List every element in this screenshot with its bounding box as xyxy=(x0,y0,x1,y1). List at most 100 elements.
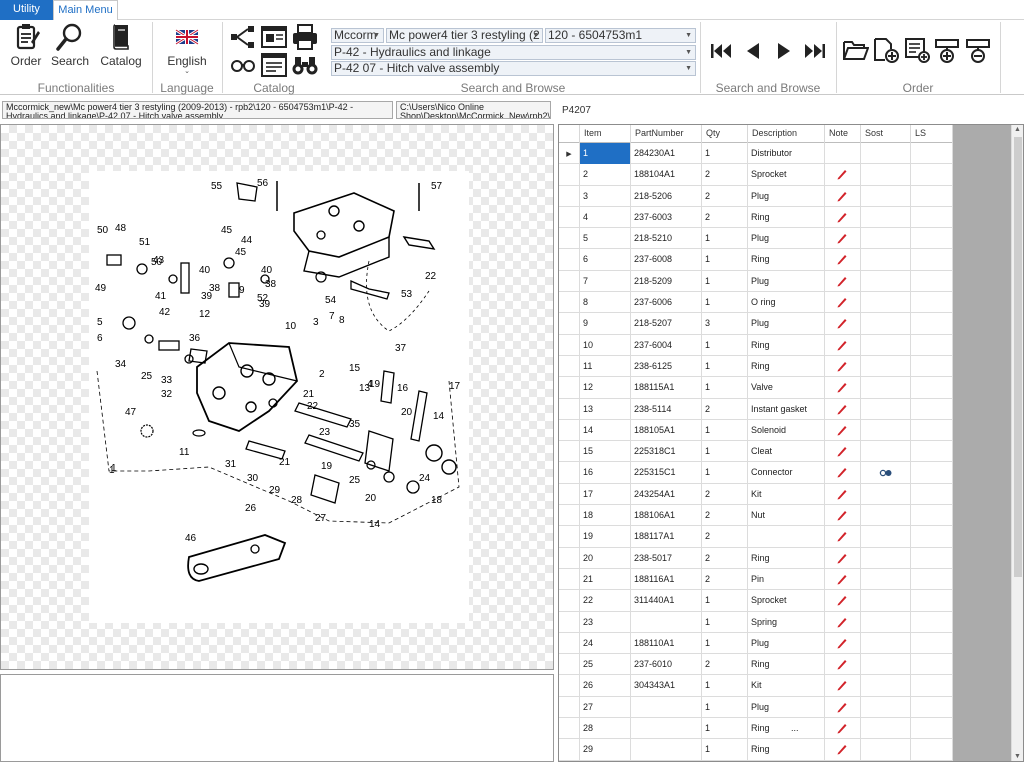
cell-partnumber[interactable]: 238-5114 xyxy=(631,398,702,420)
cell-ls[interactable] xyxy=(911,355,953,377)
cell-note[interactable] xyxy=(825,292,861,314)
cell-description[interactable]: Ring xyxy=(748,547,825,569)
cell-partnumber[interactable]: 237-6006 xyxy=(631,292,702,314)
cell-item[interactable]: 26 xyxy=(580,675,631,697)
cell-description[interactable]: Pin xyxy=(748,568,825,590)
edit-note-icon[interactable] xyxy=(836,658,848,670)
cell-sost[interactable] xyxy=(861,611,911,633)
cell-note[interactable] xyxy=(825,526,861,548)
cell-note[interactable] xyxy=(825,547,861,569)
cell-partnumber[interactable]: 218-5207 xyxy=(631,313,702,335)
cell-item[interactable]: 6 xyxy=(580,249,631,271)
cell-description[interactable]: Nut xyxy=(748,505,825,527)
part-callout[interactable]: 5 xyxy=(97,317,103,328)
cell-description[interactable]: Cleat xyxy=(748,441,825,463)
part-callout[interactable]: 18 xyxy=(431,495,443,506)
edit-note-icon[interactable] xyxy=(836,679,848,691)
part-callout[interactable]: 44 xyxy=(241,235,253,246)
cell-item[interactable]: 14 xyxy=(580,419,631,441)
cell-item[interactable]: 18 xyxy=(580,505,631,527)
cell-ls[interactable] xyxy=(911,143,953,164)
part-callout[interactable]: 39 xyxy=(201,291,213,302)
cell-partnumber[interactable]: 188116A1 xyxy=(631,568,702,590)
cell-note[interactable] xyxy=(825,611,861,633)
cell-item[interactable]: 11 xyxy=(580,355,631,377)
cell-note[interactable] xyxy=(825,696,861,718)
part-callout[interactable]: 36 xyxy=(189,333,201,344)
cell-item[interactable]: 23 xyxy=(580,611,631,633)
edit-note-icon[interactable] xyxy=(836,296,848,308)
cell-ls[interactable] xyxy=(911,313,953,335)
cell-partnumber[interactable]: 311440A1 xyxy=(631,590,702,612)
cell-item[interactable]: 25 xyxy=(580,654,631,676)
part-callout[interactable]: 40 xyxy=(261,265,273,276)
cell-item[interactable]: 5 xyxy=(580,228,631,250)
cell-description[interactable]: Plug xyxy=(748,185,825,207)
column-header-ls[interactable]: LS xyxy=(911,125,953,143)
edit-note-icon[interactable] xyxy=(836,701,848,713)
cell-ls[interactable] xyxy=(911,398,953,420)
cell-qty[interactable]: 1 xyxy=(702,462,748,484)
part-callout[interactable]: 51 xyxy=(139,237,151,248)
row-header[interactable] xyxy=(559,313,580,335)
edit-note-icon[interactable] xyxy=(836,211,848,223)
text-window-icon[interactable] xyxy=(261,53,287,77)
table-row[interactable]: 29 1 Ring xyxy=(559,739,953,761)
cell-partnumber[interactable]: 304343A1 xyxy=(631,675,702,697)
row-header[interactable] xyxy=(559,611,580,633)
cell-item[interactable]: 9 xyxy=(580,313,631,335)
cell-note[interactable] xyxy=(825,398,861,420)
brand-select[interactable]: Mccorm ▼ xyxy=(331,28,384,43)
edit-note-icon[interactable] xyxy=(836,637,848,649)
part-callout[interactable]: 19 xyxy=(369,379,381,390)
cell-sost[interactable] xyxy=(861,696,911,718)
part-callout[interactable]: 41 xyxy=(155,291,167,302)
cell-sost[interactable] xyxy=(861,526,911,548)
exploded-view-drawing[interactable]: 55 56 57 50 48 45 44 51 50 43 22 40 45 38 53 49 41 40 38 9 3… xyxy=(89,171,469,623)
table-row[interactable]: 18 188106A1 2 Nut xyxy=(559,505,953,527)
cell-qty[interactable]: 2 xyxy=(702,206,748,228)
cell-description[interactable]: Plug xyxy=(748,696,825,718)
cell-item[interactable]: 28 xyxy=(580,718,631,740)
row-header[interactable] xyxy=(559,419,580,441)
cell-sost[interactable] xyxy=(861,462,911,484)
column-header-sost[interactable]: Sost xyxy=(861,125,911,143)
cell-note[interactable] xyxy=(825,313,861,335)
cell-description[interactable]: Solenoid xyxy=(748,419,825,441)
binoculars-icon[interactable] xyxy=(292,54,318,76)
parts-grid-scrollbar[interactable]: ▲ ▼ xyxy=(1011,125,1023,761)
cell-sost[interactable] xyxy=(861,355,911,377)
table-row[interactable]: 13 238-5114 2 Instant gasket xyxy=(559,398,953,420)
part-callout[interactable]: 23 xyxy=(319,427,331,438)
cell-qty[interactable]: 2 xyxy=(702,483,748,505)
row-header[interactable] xyxy=(559,334,580,356)
edit-note-icon[interactable] xyxy=(836,381,848,393)
cell-partnumber[interactable] xyxy=(631,696,702,718)
substitution-icon[interactable] xyxy=(879,469,893,477)
cell-ls[interactable] xyxy=(911,419,953,441)
cell-sost[interactable] xyxy=(861,164,911,186)
cell-ls[interactable] xyxy=(911,377,953,399)
cell-partnumber[interactable] xyxy=(631,739,702,761)
group-select[interactable]: P-42 - Hydraulics and linkage ▼ xyxy=(331,45,696,60)
cell-qty[interactable]: 1 xyxy=(702,355,748,377)
cell-sost[interactable] xyxy=(861,270,911,292)
cell-qty[interactable]: 2 xyxy=(702,398,748,420)
edit-note-icon[interactable] xyxy=(836,168,848,180)
part-callout[interactable]: 21 xyxy=(279,457,291,468)
table-row[interactable]: 6 237-6008 1 Ring xyxy=(559,249,953,271)
cell-note[interactable] xyxy=(825,441,861,463)
part-callout[interactable]: 22 xyxy=(307,401,319,412)
row-header[interactable] xyxy=(559,505,580,527)
cell-description[interactable]: Spring xyxy=(748,611,825,633)
cell-sost[interactable] xyxy=(861,377,911,399)
cell-partnumber[interactable]: 188106A1 xyxy=(631,505,702,527)
edit-note-icon[interactable] xyxy=(836,573,848,585)
cell-note[interactable] xyxy=(825,462,861,484)
cell-ls[interactable] xyxy=(911,739,953,761)
cell-ls[interactable] xyxy=(911,334,953,356)
cell-note[interactable] xyxy=(825,675,861,697)
cell-description[interactable]: Distributor xyxy=(748,143,825,164)
edit-note-icon[interactable] xyxy=(836,466,848,478)
cell-item[interactable]: 1 xyxy=(580,143,631,164)
